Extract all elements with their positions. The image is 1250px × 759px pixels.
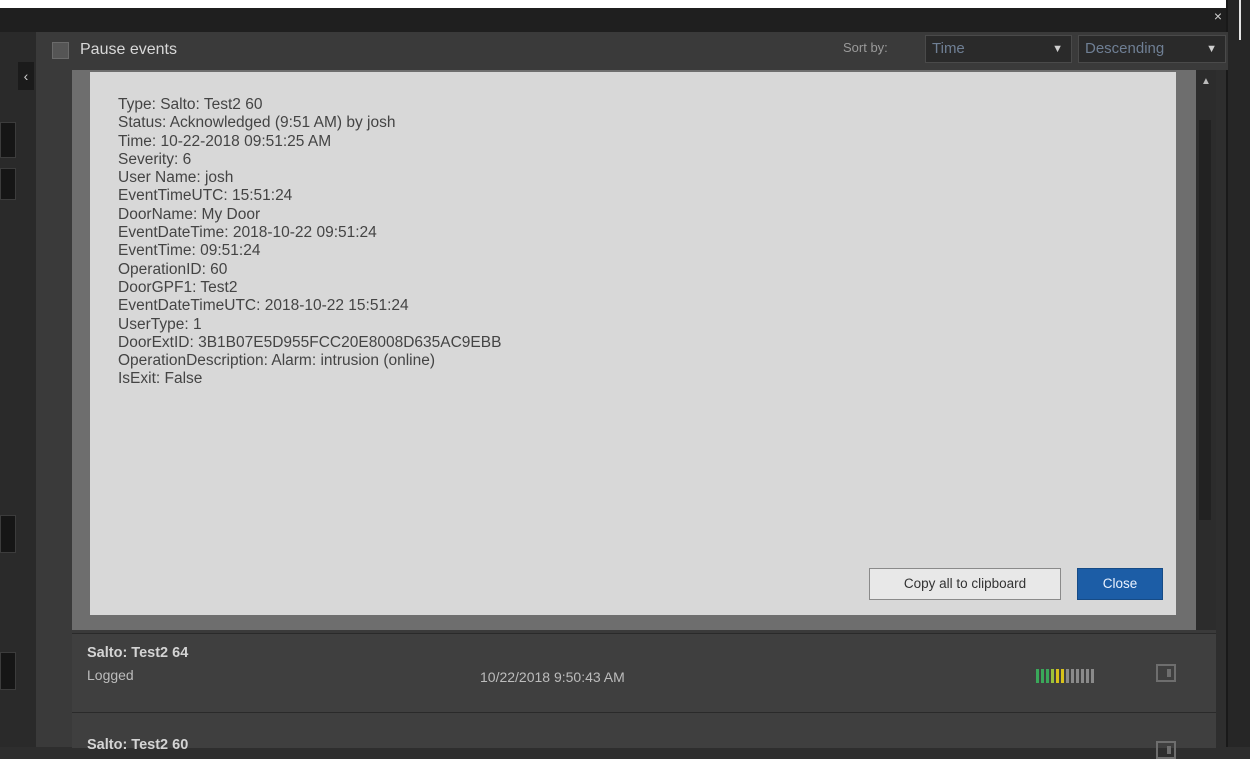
sort-by-label: Sort by: (843, 40, 888, 55)
event-title: Salto: Test2 60 (87, 737, 189, 753)
severity-bar (1081, 669, 1084, 683)
detail-line: User Name: josh (118, 169, 234, 187)
severity-bar (1091, 669, 1094, 683)
detail-line: EventTime: 09:51:24 (118, 242, 261, 260)
severity-bar (1066, 669, 1069, 683)
severity-bar (1086, 669, 1089, 683)
severity-bar (1076, 669, 1079, 683)
detail-line: Severity: 6 (118, 150, 192, 168)
left-panel-slot (0, 122, 16, 158)
left-panel-slot (0, 168, 16, 200)
sort-field-select[interactable]: Time ▼ (925, 35, 1072, 63)
event-details-text: Type: Salto: Test2 60 Status: Acknowledg… (118, 96, 501, 389)
caret-down-icon: ▼ (1052, 43, 1063, 55)
detail-line: DoorExtID: 3B1B07E5D955FCC20E8008D635AC9… (118, 333, 502, 351)
left-panel-slot (0, 652, 16, 690)
event-row[interactable]: Salto: Test2 64 Logged 10/22/2018 9:50:4… (72, 633, 1216, 712)
detail-line: EventDateTimeUTC: 2018-10-22 15:51:24 (118, 297, 409, 315)
detail-line: EventDateTime: 2018-10-22 09:51:24 (118, 224, 377, 242)
event-row[interactable]: Salto: Test2 60 (72, 712, 1216, 759)
detail-line: OperationDescription: Alarm: intrusion (… (118, 352, 436, 370)
severity-bar (1071, 669, 1074, 683)
detail-line: UserType: 1 (118, 315, 202, 333)
detail-line: DoorGPF1: Test2 (118, 278, 238, 296)
title-bar: × (0, 8, 1250, 32)
event-title: Salto: Test2 64 (87, 645, 189, 661)
close-button[interactable]: Close (1077, 568, 1163, 600)
detail-line: Time: 10-22-2018 09:51:25 AM (118, 132, 332, 150)
sort-field-value: Time (932, 40, 965, 57)
severity-bar (1061, 669, 1064, 683)
events-scrollbar[interactable]: ▲ (1196, 70, 1216, 630)
sort-order-value: Descending (1085, 40, 1165, 57)
pause-events-checkbox[interactable] (52, 42, 69, 59)
severity-bar (1056, 669, 1059, 683)
right-edge-line (1239, 0, 1241, 40)
event-detail-icon[interactable] (1156, 741, 1176, 759)
copy-all-button[interactable]: Copy all to clipboard (869, 568, 1061, 600)
screen-top-edge (0, 0, 1250, 8)
severity-bar (1046, 669, 1049, 683)
severity-bar (1041, 669, 1044, 683)
severity-bar (1051, 669, 1054, 683)
scrollbar-thumb[interactable] (1199, 120, 1211, 520)
chevron-left-icon[interactable]: ‹ (18, 62, 34, 90)
scroll-up-icon[interactable]: ▲ (1201, 76, 1211, 87)
close-window-icon[interactable]: × (1214, 8, 1222, 24)
detail-line: IsExit: False (118, 370, 203, 388)
pause-events-label: Pause events (80, 41, 177, 58)
event-status: Logged (87, 667, 134, 683)
left-panel-slot (0, 515, 16, 553)
sort-order-select[interactable]: Descending ▼ (1078, 35, 1226, 63)
detail-line: EventTimeUTC: 15:51:24 (118, 187, 293, 205)
detail-line: OperationID: 60 (118, 260, 228, 278)
detail-line: DoorName: My Door (118, 205, 261, 223)
event-detail-icon[interactable] (1156, 664, 1176, 682)
detail-line: Status: Acknowledged (9:51 AM) by josh (118, 114, 396, 132)
right-edge (1226, 0, 1250, 747)
severity-bar (1036, 669, 1039, 683)
detail-line: Type: Salto: Test2 60 (118, 96, 263, 113)
caret-down-icon: ▼ (1206, 43, 1217, 55)
event-timestamp: 10/22/2018 9:50:43 AM (480, 669, 625, 685)
